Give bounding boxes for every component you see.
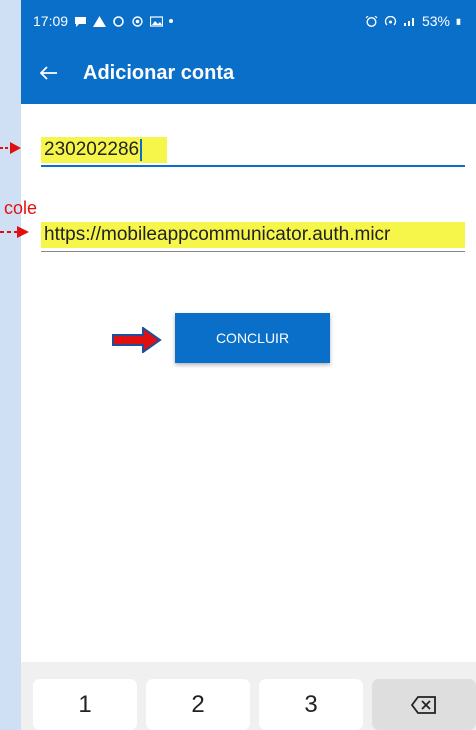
- account-id-field[interactable]: 230202286: [41, 135, 465, 167]
- backspace-icon: [411, 695, 436, 714]
- url-field[interactable]: https://mobileappcommunicator.auth.micr: [41, 220, 465, 252]
- account-id-value: 230202286: [44, 139, 140, 160]
- app-bar: Adicionar conta: [21, 42, 476, 104]
- url-value: https://mobileappcommunicator.auth.micr: [41, 222, 465, 248]
- status-right: 53%: [365, 13, 464, 29]
- status-time: 17:09: [33, 13, 69, 29]
- key-3[interactable]: 3: [259, 679, 363, 730]
- keyboard: 1 2 3: [21, 662, 476, 730]
- key-1[interactable]: 1: [33, 679, 137, 730]
- account-id-value-wrap: 230202286: [41, 137, 167, 163]
- more-notifications-dot: [169, 19, 174, 23]
- arrow-left-icon: [40, 66, 57, 80]
- alarm-icon: [365, 15, 378, 27]
- back-button[interactable]: [21, 42, 77, 104]
- gallery-icon: [150, 15, 164, 27]
- message-icon: [75, 16, 87, 27]
- at-sign-icon: [132, 15, 143, 27]
- concluir-button[interactable]: CONCLUIR: [175, 313, 330, 363]
- battery-icon: [456, 18, 461, 25]
- annotation-arrow-3: [112, 327, 162, 353]
- backspace-key[interactable]: [372, 679, 476, 730]
- annotation-cole-label: cole: [4, 198, 38, 218]
- annotation-arrow-2: [0, 226, 29, 238]
- text-caret: [140, 138, 143, 161]
- annotation-arrow-1: [0, 142, 21, 154]
- status-left: 17:09: [33, 13, 174, 29]
- page-title: Adicionar conta: [83, 61, 235, 84]
- signal-icon: [403, 17, 414, 26]
- warning-icon: [93, 15, 107, 27]
- phone-screen: 17:09 53% Adicionar conta 230202286 http…: [21, 0, 476, 730]
- circle-icon: [113, 15, 124, 27]
- key-2[interactable]: 2: [146, 679, 250, 730]
- status-bar: 17:09 53%: [21, 0, 476, 42]
- battery-percent: 53%: [421, 13, 450, 29]
- hotspot-icon: [384, 15, 397, 25]
